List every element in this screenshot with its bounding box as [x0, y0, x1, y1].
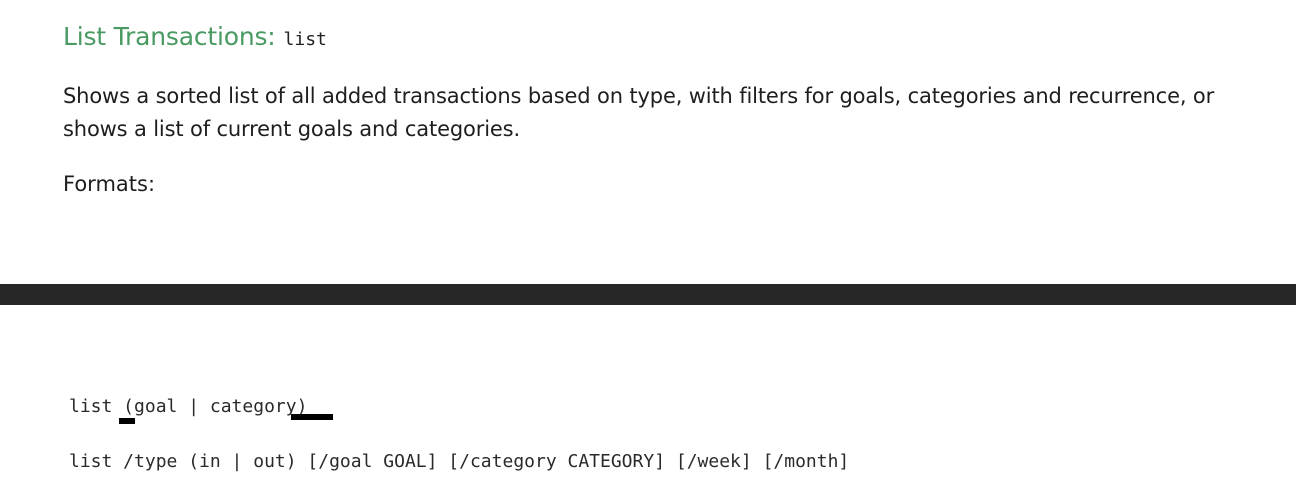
- divider-bar: [0, 284, 1296, 305]
- redaction-mark: [291, 414, 333, 420]
- format-line-list-goal-category: list (goal | category): [69, 396, 308, 417]
- format-line-list-type: list /type (in | out) [/goal GOAL] [/cat…: [69, 451, 850, 472]
- section-description: Shows a sorted list of all added transac…: [63, 84, 1215, 141]
- section-heading: List Transactions: list: [63, 22, 327, 52]
- formats-label: Formats:: [63, 172, 156, 196]
- redaction-mark: [119, 418, 135, 424]
- command-code: list: [283, 29, 327, 50]
- section-title: List Transactions:: [63, 22, 276, 51]
